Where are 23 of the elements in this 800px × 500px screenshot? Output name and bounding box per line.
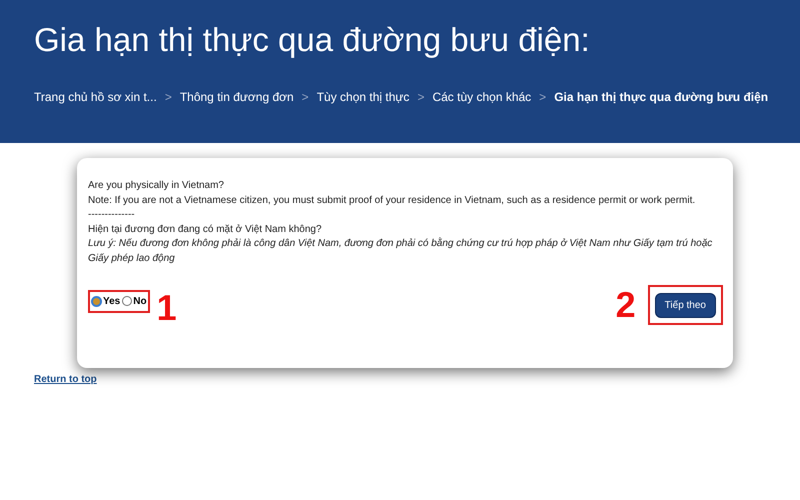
radio-button[interactable] bbox=[91, 296, 102, 306]
question-text: Are you physically in Vietnam? bbox=[88, 179, 225, 193]
breadcrumb-item[interactable]: Thông tin đương đơn bbox=[180, 88, 294, 106]
return-to-top-link[interactable]: Return to top bbox=[34, 372, 97, 387]
annotation-number: 2 bbox=[616, 287, 636, 323]
breadcrumb-separator: > bbox=[539, 89, 546, 106]
question-text: Lưu ý: Nếu đương đơn không phải là công dân Việt Nam, đương đơn phải có bằng chứng cư trú hợp pháp ở Việt Nam như Giấy tạm trú hoặc Giấy phép lao động bbox=[88, 237, 714, 266]
breadcrumb-separator: > bbox=[164, 89, 172, 106]
annotation-number: 1 bbox=[156, 290, 177, 326]
breadcrumb-item[interactable]: Tùy chọn thị thực bbox=[316, 88, 410, 106]
breadcrumb-item[interactable]: Gia hạn thị thực qua đường bưu điện bbox=[554, 88, 768, 106]
question-text: Hiện tại đương đơn đang có mặt ở Việt Nam không? bbox=[88, 222, 323, 236]
breadcrumb-item[interactable]: Trang chủ hồ sơ xin t... bbox=[34, 88, 157, 106]
next-button[interactable]: Tiếp theo bbox=[654, 293, 716, 318]
breadcrumb-item[interactable]: Các tùy chọn khác bbox=[432, 88, 532, 106]
breadcrumb-separator: > bbox=[417, 89, 424, 106]
breadcrumb-separator: > bbox=[302, 89, 309, 106]
question-text: -------------- bbox=[88, 208, 136, 222]
radio-option[interactable]: Yes bbox=[91, 294, 120, 308]
radio-button[interactable] bbox=[122, 296, 132, 306]
page-title: Gia hạn thị thực qua đường bưu điện: bbox=[34, 20, 591, 60]
question-text: Note: If you are not a Vietnamese citizen, you must submit proof of your residence in Vietnam, such as a residence permit or work permit. bbox=[88, 194, 696, 208]
radio-option[interactable]: No bbox=[122, 294, 147, 308]
